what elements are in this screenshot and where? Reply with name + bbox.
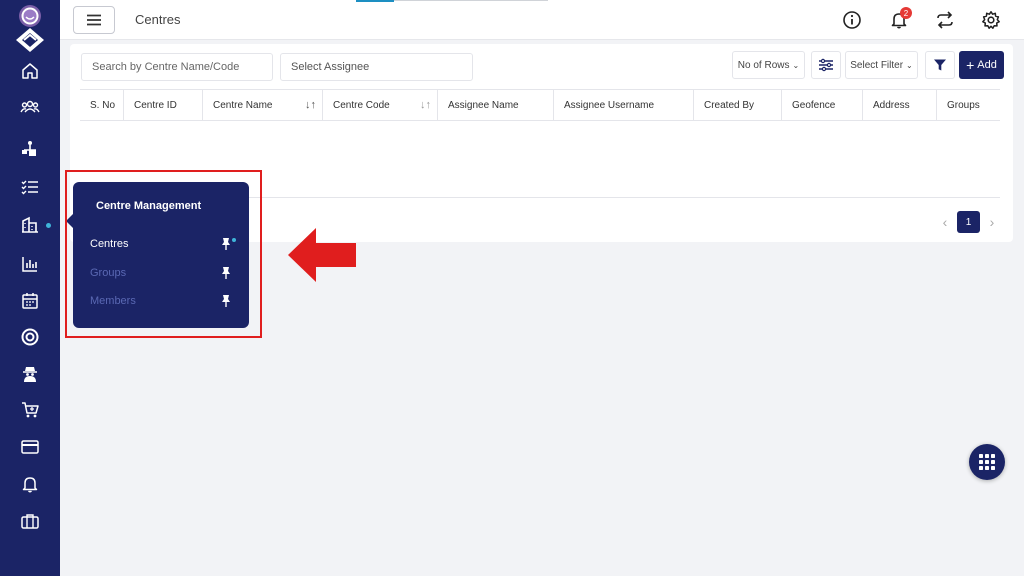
add-label: Add — [977, 59, 997, 71]
active-indicator — [46, 223, 51, 228]
info-icon — [843, 11, 861, 29]
chevron-right-icon: › — [989, 214, 995, 230]
column-header-created-by[interactable]: Created By — [694, 90, 782, 120]
calendar-icon — [22, 293, 38, 309]
sort-icon[interactable]: ↓↑ — [420, 99, 431, 111]
column-settings-button[interactable] — [811, 51, 841, 79]
top-header: Centres — [60, 0, 1024, 40]
progress-indicator — [356, 0, 394, 2]
chart-icon — [22, 257, 37, 272]
column-header-geofence[interactable]: Geofence — [782, 90, 863, 120]
filter-select[interactable]: Select Filter ⌄ — [845, 51, 918, 79]
sort-icon[interactable]: ↓↑ — [305, 99, 316, 111]
table-header: S. No Centre ID Centre Name ↓↑ Centre Cod… — [80, 89, 1000, 121]
target-icon — [21, 328, 39, 346]
column-header-groups[interactable]: Groups — [937, 90, 1000, 120]
settings-button[interactable] — [980, 9, 1002, 31]
column-header-centre-name[interactable]: Centre Name ↓↑ — [203, 90, 323, 120]
sidebar-item-payments[interactable] — [0, 429, 60, 465]
home-icon — [22, 63, 38, 79]
sidebar — [0, 0, 60, 576]
grid-icon — [979, 454, 995, 470]
chevron-down-icon: ⌄ — [792, 60, 800, 70]
column-header-assignee-username[interactable]: Assignee Username — [554, 90, 694, 120]
sidebar-item-tasks[interactable] — [0, 169, 60, 205]
assignee-select[interactable]: Select Assignee — [280, 53, 473, 81]
apps-fab-button[interactable] — [969, 444, 1005, 480]
checklist-icon — [21, 180, 38, 195]
funnel-icon — [934, 59, 946, 71]
plus-icon: + — [966, 57, 975, 73]
sidebar-item-targets[interactable] — [0, 319, 60, 355]
sync-arrows-icon — [937, 11, 953, 29]
column-header-centre-id[interactable]: Centre ID — [124, 90, 203, 120]
pagination-prev-button[interactable]: ‹ — [938, 212, 952, 232]
sidebar-item-jobs[interactable] — [0, 503, 60, 539]
chevron-down-icon: ⌄ — [906, 60, 913, 70]
users-icon — [20, 100, 40, 113]
annotation-arrow-icon — [288, 228, 356, 282]
page-title: Centres — [135, 12, 181, 27]
hierarchy-icon — [22, 141, 36, 156]
search-input[interactable]: Search by Centre Name/Code — [81, 53, 273, 81]
sidebar-item-users[interactable] — [0, 89, 60, 125]
sidebar-item-centre-management[interactable] — [0, 207, 60, 243]
switch-button[interactable] — [934, 9, 956, 31]
rows-per-page-label: No of Rows — [737, 59, 790, 71]
notification-badge: 2 — [900, 7, 912, 19]
sidebar-item-agents[interactable] — [0, 356, 60, 392]
sidebar-item-calendar[interactable] — [0, 283, 60, 319]
add-centre-button[interactable]: + Add — [959, 51, 1004, 79]
hamburger-icon — [87, 14, 101, 26]
sidebar-item-orders[interactable] — [0, 392, 60, 428]
sidebar-item-hierarchy[interactable] — [0, 131, 60, 167]
sidebar-item-reports[interactable] — [0, 246, 60, 282]
sidebar-item-home[interactable] — [0, 53, 60, 89]
progress-track — [394, 0, 548, 1]
app-logo-icon — [16, 5, 44, 52]
column-header-assignee-name[interactable]: Assignee Name — [438, 90, 554, 120]
filter-button[interactable] — [925, 51, 955, 79]
spy-icon — [23, 367, 37, 382]
bell-icon — [22, 477, 38, 493]
column-header-centre-code[interactable]: Centre Code ↓↑ — [323, 90, 438, 120]
annotation-highlight-box — [65, 170, 262, 338]
column-header-address[interactable]: Address — [863, 90, 937, 120]
rows-per-page-select[interactable]: No of Rows ⌄ — [732, 51, 805, 79]
sidebar-item-alerts[interactable] — [0, 466, 60, 502]
info-button[interactable] — [841, 9, 863, 31]
filter-select-label: Select Filter — [850, 59, 904, 71]
briefcase-icon — [21, 514, 39, 529]
cart-icon — [22, 402, 39, 418]
gear-icon — [982, 11, 1000, 29]
chevron-left-icon: ‹ — [942, 214, 948, 230]
building-icon — [22, 216, 38, 233]
card-icon — [21, 440, 39, 454]
pagination-next-button[interactable]: › — [985, 212, 999, 232]
sliders-icon — [819, 58, 833, 72]
menu-toggle-button[interactable] — [73, 6, 115, 34]
column-header-sno[interactable]: S. No — [80, 90, 124, 120]
pagination-page-button[interactable]: 1 — [957, 211, 980, 233]
